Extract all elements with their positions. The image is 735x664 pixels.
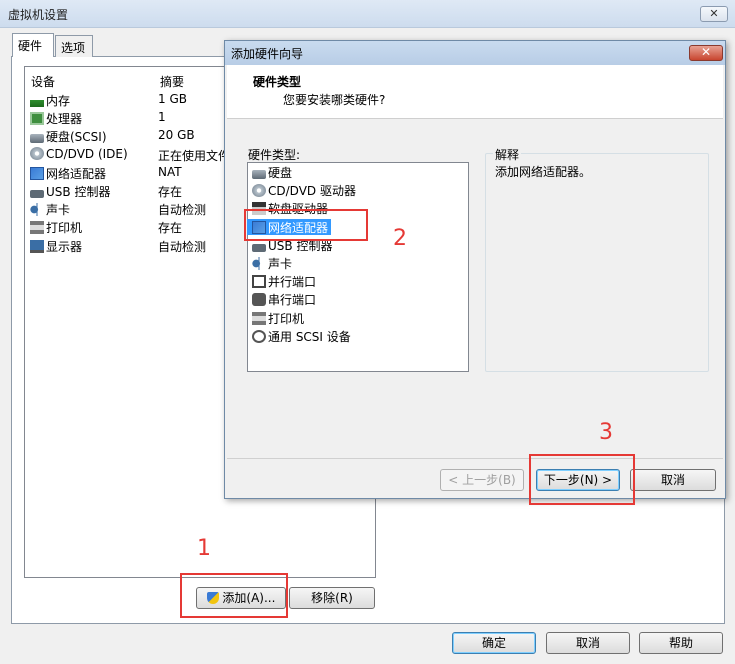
dialog-subheading: 您要安装哪类硬件? [283, 93, 386, 107]
back-button[interactable]: < 上一步(B) [440, 469, 524, 491]
cpu-icon [30, 112, 44, 126]
annotation-box-2 [244, 209, 368, 241]
printer-icon [30, 221, 44, 235]
parallel-port-icon [252, 275, 266, 289]
usb-icon [252, 243, 266, 252]
harddisk-icon [252, 170, 266, 179]
main-cancel-button[interactable]: 取消 [546, 632, 630, 654]
device-name: 网络适配器 [46, 166, 107, 181]
device-summary: 正在使用文件 [158, 148, 231, 163]
device-summary: 20 GB [158, 128, 195, 143]
harddisk-icon [30, 134, 44, 144]
annotation-box-1 [180, 573, 288, 618]
annotation-number-3: 3 [599, 420, 613, 445]
explanation-box [485, 153, 709, 372]
tab-options[interactable]: 选项 [55, 35, 93, 57]
dialog-cancel-button[interactable]: 取消 [630, 469, 716, 491]
help-button[interactable]: 帮助 [639, 632, 723, 654]
hardware-type-item[interactable]: 硬盘 [252, 164, 292, 182]
main-window-title: 虚拟机设置 [8, 8, 69, 22]
sound-icon [252, 257, 266, 270]
hardware-type-label: 通用 SCSI 设备 [268, 329, 351, 344]
hardware-type-label: 声卡 [268, 257, 293, 271]
device-name: 声卡 [46, 203, 71, 218]
dialog-header: 硬件类型 您要安装哪类硬件? [227, 65, 723, 119]
device-name: 显示器 [46, 239, 83, 254]
device-name: 内存 [46, 94, 71, 108]
device-name: 硬盘(SCSI) [46, 130, 107, 145]
memory-icon [30, 100, 44, 107]
device-name: CD/DVD (IDE) [46, 146, 128, 161]
device-name: 打印机 [46, 221, 83, 236]
main-close-button[interactable]: ✕ [700, 6, 728, 22]
device-summary: 存在 [158, 221, 183, 236]
hardware-type-item[interactable]: 打印机 [252, 310, 304, 328]
hardware-type-label: 硬件类型: [248, 148, 301, 162]
dialog-separator [227, 458, 723, 459]
hardware-type-label: 硬盘 [268, 166, 293, 180]
hardware-type-label: 打印机 [268, 311, 305, 326]
device-summary: 自动检测 [158, 203, 207, 218]
hardware-type-label: CD/DVD 驱动器 [268, 184, 356, 199]
hardware-type-item[interactable]: CD/DVD 驱动器 [252, 182, 356, 200]
ok-button[interactable]: 确定 [452, 632, 536, 654]
device-summary: 1 [158, 110, 166, 125]
column-header-device[interactable]: 设备 [31, 73, 55, 90]
annotation-box-3 [529, 454, 635, 505]
dialog-heading: 硬件类型 [253, 75, 302, 89]
hardware-type-item[interactable]: 串行端口 [252, 291, 316, 309]
serial-port-icon [252, 293, 266, 307]
annotation-number-1: 1 [197, 536, 211, 561]
network-icon [30, 166, 44, 180]
annotation-number-2: 2 [393, 226, 407, 251]
printer-icon [252, 311, 266, 325]
hardware-type-item[interactable]: 声卡 [252, 255, 292, 273]
cdrom-icon [252, 184, 266, 198]
explanation-title: 解释 [493, 146, 522, 163]
column-header-summary[interactable]: 摘要 [160, 73, 184, 90]
device-summary: 自动检测 [158, 239, 207, 254]
hardware-type-item[interactable]: 通用 SCSI 设备 [252, 328, 351, 346]
dialog-close-button[interactable]: ✕ [689, 45, 723, 61]
add-hardware-wizard-dialog: 添加硬件向导 ✕ 硬件类型 您要安装哪类硬件? 硬件类型: 硬盘 CD/DVD 驱… [224, 40, 726, 499]
hardware-type-label: 并行端口 [268, 275, 317, 290]
device-name: 处理器 [46, 112, 83, 127]
hardware-type-label: 串行端口 [268, 293, 317, 308]
tab-hardware[interactable]: 硬件 [12, 33, 54, 57]
explanation-text: 添加网络适配器。 [495, 165, 592, 179]
device-summary: 1 GB [158, 92, 187, 106]
hardware-type-item[interactable]: 并行端口 [252, 273, 316, 291]
usb-icon [30, 190, 44, 198]
main-titlebar [0, 0, 735, 28]
device-summary: 存在 [158, 185, 183, 199]
device-summary: NAT [158, 164, 182, 179]
scsi-icon [252, 329, 266, 343]
cdrom-icon [30, 146, 44, 160]
display-icon [30, 239, 44, 253]
sound-icon [30, 203, 44, 217]
dialog-title: 添加硬件向导 [231, 47, 304, 61]
remove-button[interactable]: 移除(R) [289, 587, 375, 609]
device-name: USB 控制器 [46, 185, 111, 199]
